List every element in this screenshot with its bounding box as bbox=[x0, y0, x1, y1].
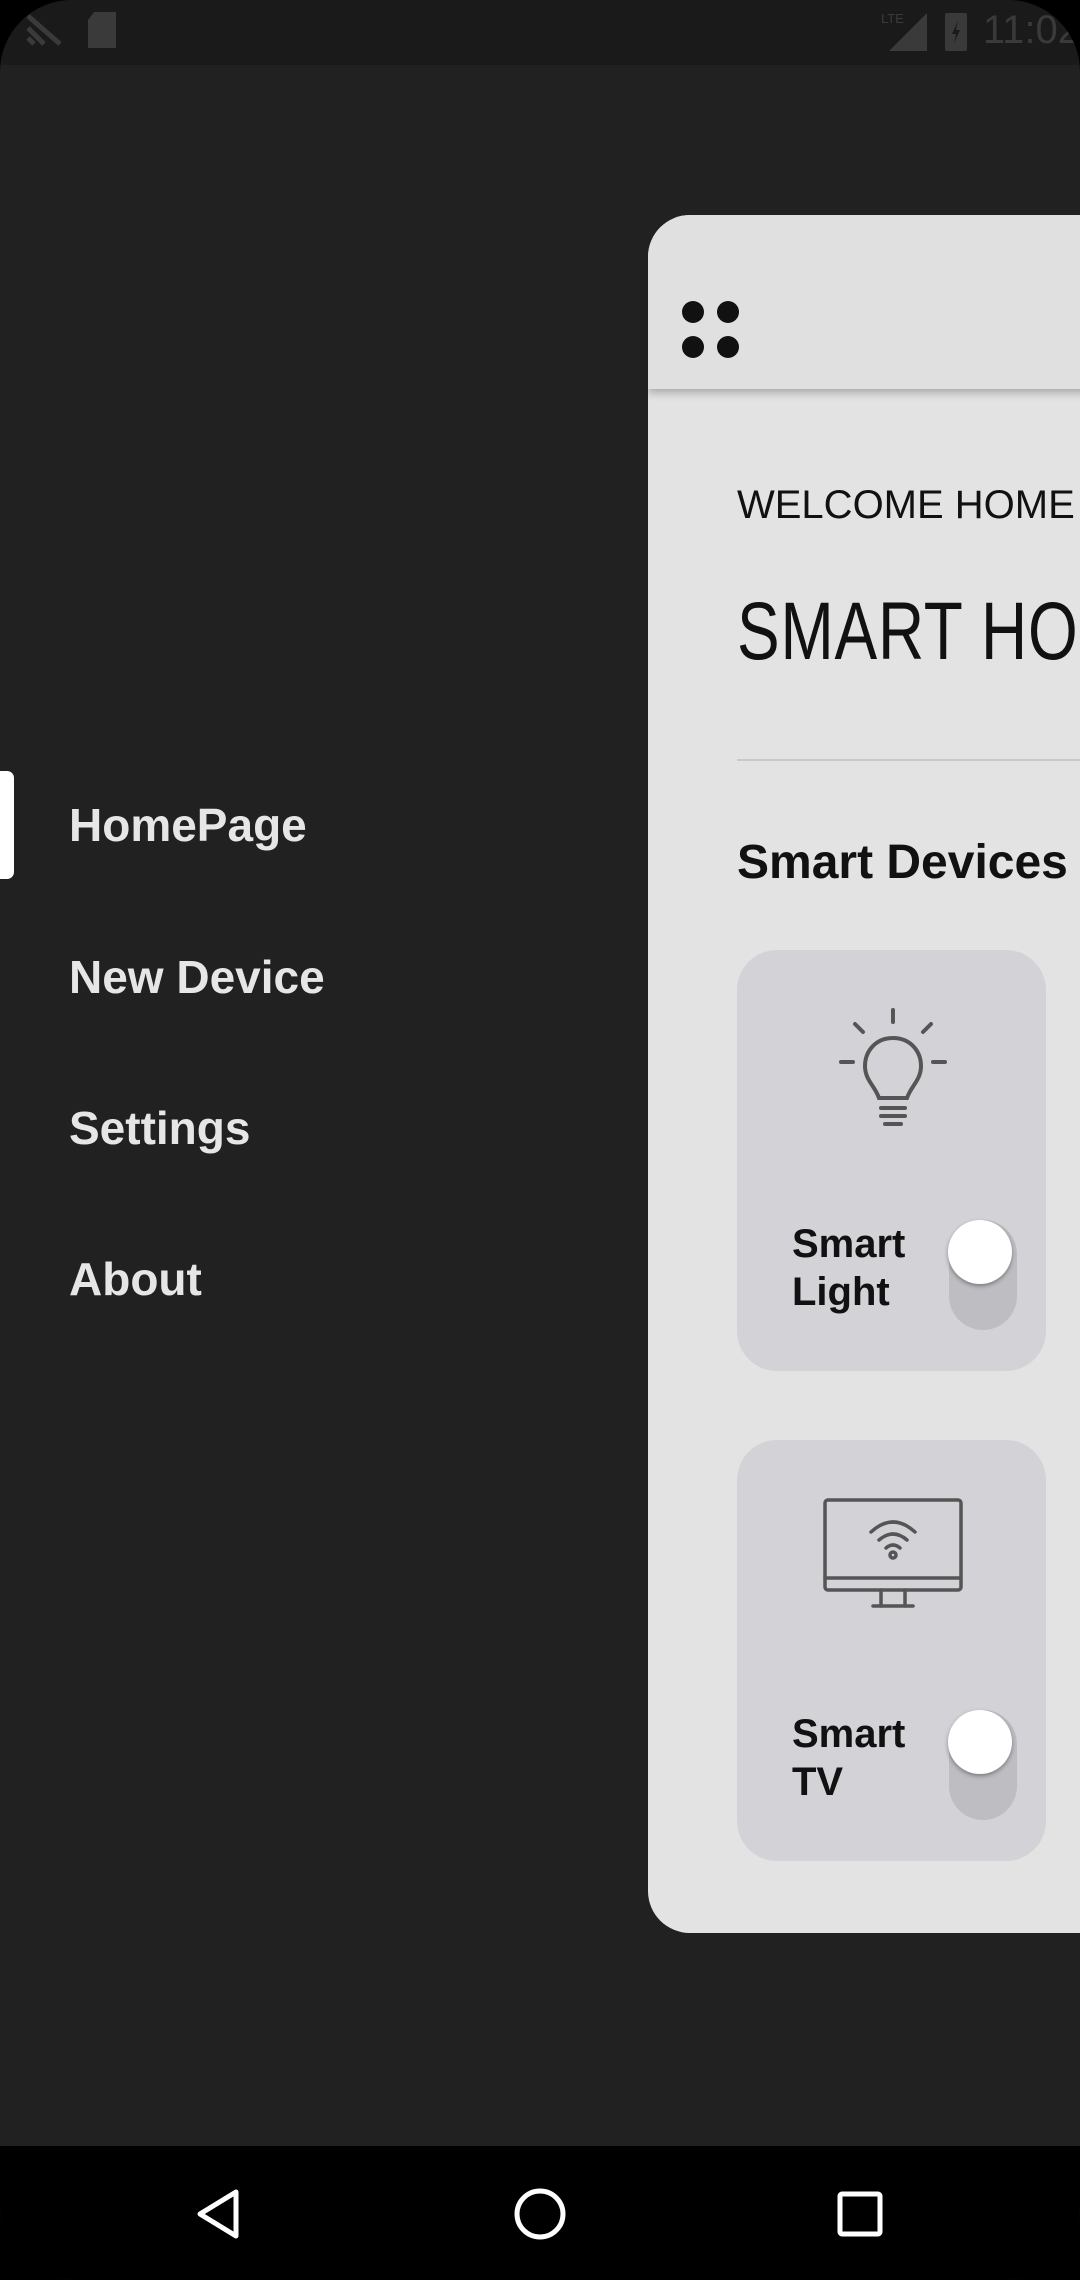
battery-icon bbox=[944, 12, 967, 51]
lightbulb-icon bbox=[839, 1008, 947, 1126]
lte-signal-icon: LTE bbox=[881, 11, 927, 51]
menu-item-about[interactable]: About bbox=[69, 1252, 202, 1306]
app-bar bbox=[648, 215, 1080, 389]
recents-icon[interactable] bbox=[830, 2184, 890, 2244]
network-label: LTE bbox=[881, 11, 904, 26]
menu-item-new-device[interactable]: New Device bbox=[69, 950, 325, 1004]
navigation-bar bbox=[0, 2146, 1080, 2280]
device-label-smart-tv: Smart TV bbox=[792, 1712, 906, 1804]
selected-indicator bbox=[0, 771, 14, 879]
device-label-smart-light: Smart Light bbox=[792, 1222, 906, 1314]
welcome-text: WELCOME HOME bbox=[737, 483, 1075, 527]
screen: LTE 11:02 HomePage New Device Settings A… bbox=[0, 0, 1080, 2280]
smart-tv-icon bbox=[823, 1498, 963, 1608]
status-time: 11:02 bbox=[982, 8, 1080, 52]
toggle-knob bbox=[948, 1220, 1012, 1284]
section-title: Smart Devices bbox=[737, 836, 1068, 889]
menu-item-settings[interactable]: Settings bbox=[69, 1101, 250, 1155]
device-card-smart-tv[interactable]: Smart TV bbox=[737, 1440, 1046, 1861]
toggle-knob bbox=[948, 1710, 1012, 1774]
toggle-smart-tv[interactable] bbox=[948, 1710, 1017, 1820]
cast-icon bbox=[26, 14, 62, 46]
status-bar: LTE 11:02 bbox=[0, 0, 1080, 65]
sd-card-icon bbox=[88, 12, 116, 48]
menu-dots-icon[interactable] bbox=[682, 301, 742, 361]
main-content-card[interactable]: WELCOME HOME SMART HOM Smart Devices Sm bbox=[648, 215, 1080, 1933]
toggle-smart-light[interactable] bbox=[948, 1220, 1017, 1330]
divider bbox=[737, 759, 1080, 761]
status-right: LTE 11:02 bbox=[879, 8, 1080, 53]
device-card-smart-light[interactable]: Smart Light bbox=[737, 950, 1046, 1371]
back-icon[interactable] bbox=[190, 2184, 250, 2244]
page-title: SMART HOM bbox=[737, 586, 1080, 677]
home-icon[interactable] bbox=[510, 2184, 570, 2244]
menu-item-homepage[interactable]: HomePage bbox=[69, 798, 307, 852]
status-left bbox=[24, 10, 118, 50]
